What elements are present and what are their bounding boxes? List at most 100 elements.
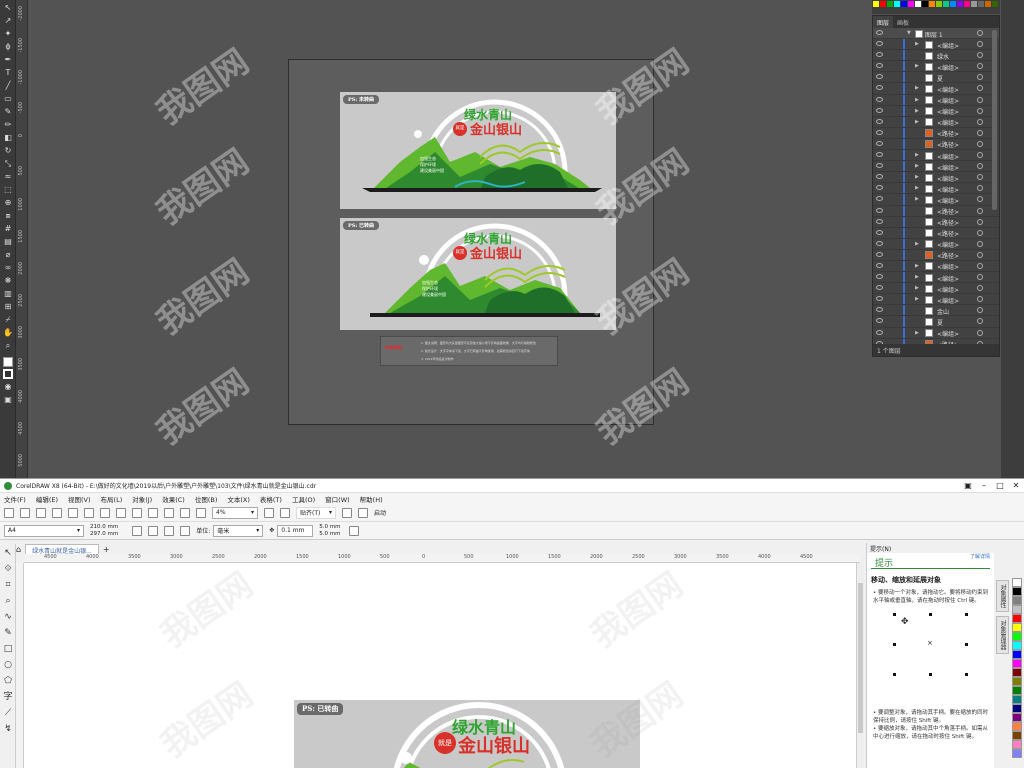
layer-row[interactable]: ▶ <编组> xyxy=(873,39,999,51)
eyedropper-tool-icon[interactable]: ⌀ xyxy=(3,250,13,260)
layer-row[interactable]: 夏 xyxy=(873,316,999,328)
target-circle-icon[interactable] xyxy=(977,52,983,59)
palette-swatch[interactable] xyxy=(1012,605,1022,614)
layer-row[interactable]: ▶ <编组> xyxy=(873,283,999,295)
layer-row[interactable]: ▶ <编组> xyxy=(873,105,999,117)
visibility-eye-icon[interactable] xyxy=(876,30,883,35)
line-tool-icon[interactable]: ╱ xyxy=(3,81,13,91)
doc-tab[interactable]: 绿水青山就是金山银... xyxy=(25,544,99,555)
layer-row[interactable]: ▶ <编组> xyxy=(873,116,999,128)
color-swatch[interactable] xyxy=(894,1,900,7)
color-swatch[interactable] xyxy=(964,1,970,7)
target-circle-icon[interactable] xyxy=(977,240,983,247)
color-swatch[interactable] xyxy=(922,1,928,7)
blend-tool-icon[interactable]: ∞ xyxy=(3,263,13,273)
layer-row[interactable]: ▶ <编组> xyxy=(873,260,999,273)
paintbrush-tool-icon[interactable]: ✎ xyxy=(3,107,13,117)
layer-row[interactable]: ▶ <编组> xyxy=(873,150,999,162)
layer-row[interactable]: <路径> xyxy=(873,138,999,151)
visibility-eye-icon[interactable] xyxy=(876,285,883,291)
freehand-tool-icon[interactable]: ∿ xyxy=(2,611,14,623)
visibility-eye-icon[interactable] xyxy=(876,129,883,135)
rectangle-tool-icon[interactable]: ▭ xyxy=(3,94,13,104)
swatch-strip[interactable] xyxy=(872,0,1000,14)
layer-row[interactable]: ▶ <编组> xyxy=(873,194,999,206)
shape-tool-icon[interactable]: ⟐ xyxy=(2,563,14,575)
expand-arrow-icon[interactable]: ▶ xyxy=(915,285,919,291)
visibility-eye-icon[interactable] xyxy=(876,196,883,202)
publish-pdf-icon[interactable] xyxy=(196,507,206,518)
canvas-vertical-scrollbar[interactable] xyxy=(856,563,864,768)
visibility-eye-icon[interactable] xyxy=(876,74,883,80)
visibility-eye-icon[interactable] xyxy=(876,152,883,158)
layer-row[interactable]: ▶ <编组> xyxy=(873,238,999,250)
units-select[interactable]: 毫米 ▾ xyxy=(213,524,264,537)
target-circle-icon[interactable] xyxy=(977,329,983,336)
target-circle-icon[interactable] xyxy=(977,107,983,114)
visibility-eye-icon[interactable] xyxy=(876,52,883,58)
layer-row[interactable]: <路径> xyxy=(873,205,999,217)
palette-swatch[interactable] xyxy=(1012,749,1022,758)
pick-tool-icon[interactable]: ↖ xyxy=(2,547,14,559)
magic-wand-tool-icon[interactable]: ✦ xyxy=(3,29,13,39)
wall-design-unoutlined[interactable]: PS: 未转曲 绿水青山 金山银山 就是 加强生态 保护环境 建设美丽中国 xyxy=(340,92,616,209)
visibility-eye-icon[interactable] xyxy=(876,140,883,146)
color-swatch[interactable] xyxy=(978,1,984,7)
pencil-tool-icon[interactable]: ✏ xyxy=(3,120,13,130)
cd-canvas[interactable]: PS: 已转曲 绿水青山 金山银山 就是 我图网 我图网 我图网 我图网 xyxy=(24,563,856,768)
palette-swatch[interactable] xyxy=(1012,614,1022,623)
expand-arrow-icon[interactable]: ▶ xyxy=(915,108,919,114)
layer-row[interactable]: <路径> xyxy=(873,227,999,239)
portrait-icon[interactable] xyxy=(132,525,143,536)
color-swatch[interactable] xyxy=(901,1,907,7)
palette-swatch[interactable] xyxy=(1012,659,1022,668)
target-circle-icon[interactable] xyxy=(977,41,983,48)
target-circle-icon[interactable] xyxy=(977,218,983,225)
zoom-tool-icon[interactable]: ⌕ xyxy=(3,341,13,351)
visibility-eye-icon[interactable] xyxy=(876,118,883,124)
color-swatch[interactable] xyxy=(992,1,998,7)
palette-swatch[interactable] xyxy=(1012,668,1022,677)
symbol-sprayer-tool-icon[interactable]: ❋ xyxy=(3,276,13,286)
palette-swatch[interactable] xyxy=(1012,578,1022,587)
menu-item[interactable]: 文本(X) xyxy=(227,494,250,504)
expand-arrow-icon[interactable]: ▶ xyxy=(915,63,919,69)
expand-arrow-icon[interactable]: ▶ xyxy=(915,97,919,103)
free-transform-tool-icon[interactable]: ⬚ xyxy=(3,185,13,195)
layer-row[interactable]: <路径> xyxy=(873,127,999,139)
target-circle-icon[interactable] xyxy=(977,185,983,192)
copy-icon[interactable] xyxy=(84,507,94,518)
save-icon[interactable] xyxy=(36,507,46,518)
visibility-eye-icon[interactable] xyxy=(876,296,883,302)
minimize-icon[interactable]: – xyxy=(976,479,992,493)
scale-tool-icon[interactable]: ⤡ xyxy=(3,159,13,169)
target-circle-icon[interactable] xyxy=(977,118,983,125)
menu-item[interactable]: 帮助(H) xyxy=(360,494,383,504)
target-circle-icon[interactable] xyxy=(977,74,983,81)
open-icon[interactable] xyxy=(20,507,30,518)
account-icon[interactable]: ▣ xyxy=(960,479,976,493)
color-swatch[interactable] xyxy=(887,1,893,7)
tab-artboards[interactable]: 画板 xyxy=(893,16,913,28)
expand-arrow-icon[interactable]: ▶ xyxy=(915,196,919,202)
launch-label[interactable]: 启动 xyxy=(374,508,386,517)
palette-swatch[interactable] xyxy=(1012,623,1022,632)
print-icon[interactable] xyxy=(52,507,62,518)
menu-item[interactable]: 布局(L) xyxy=(101,494,123,504)
target-circle-icon[interactable] xyxy=(977,229,983,236)
mesh-tool-icon[interactable]: # xyxy=(3,224,13,234)
color-swatch[interactable] xyxy=(950,1,956,7)
gradient-tool-icon[interactable]: ▤ xyxy=(3,237,13,247)
shape-builder-tool-icon[interactable]: ⊕ xyxy=(3,198,13,208)
new-document-icon[interactable] xyxy=(4,507,14,518)
width-tool-icon[interactable]: ≈ xyxy=(3,172,13,182)
lasso-tool-icon[interactable]: ϕ xyxy=(3,42,13,52)
menu-item[interactable]: 视图(V) xyxy=(68,494,91,504)
layer-row[interactable]: ▶ <编组> xyxy=(873,272,999,284)
direct-select-tool-icon[interactable]: ↗ xyxy=(3,16,13,26)
rectangle-tool-icon[interactable]: □ xyxy=(2,643,14,655)
undo-icon[interactable] xyxy=(116,507,126,518)
visibility-eye-icon[interactable] xyxy=(876,274,883,280)
layer-row[interactable]: ▶ <编组> xyxy=(873,94,999,106)
color-palette[interactable] xyxy=(1012,578,1024,768)
